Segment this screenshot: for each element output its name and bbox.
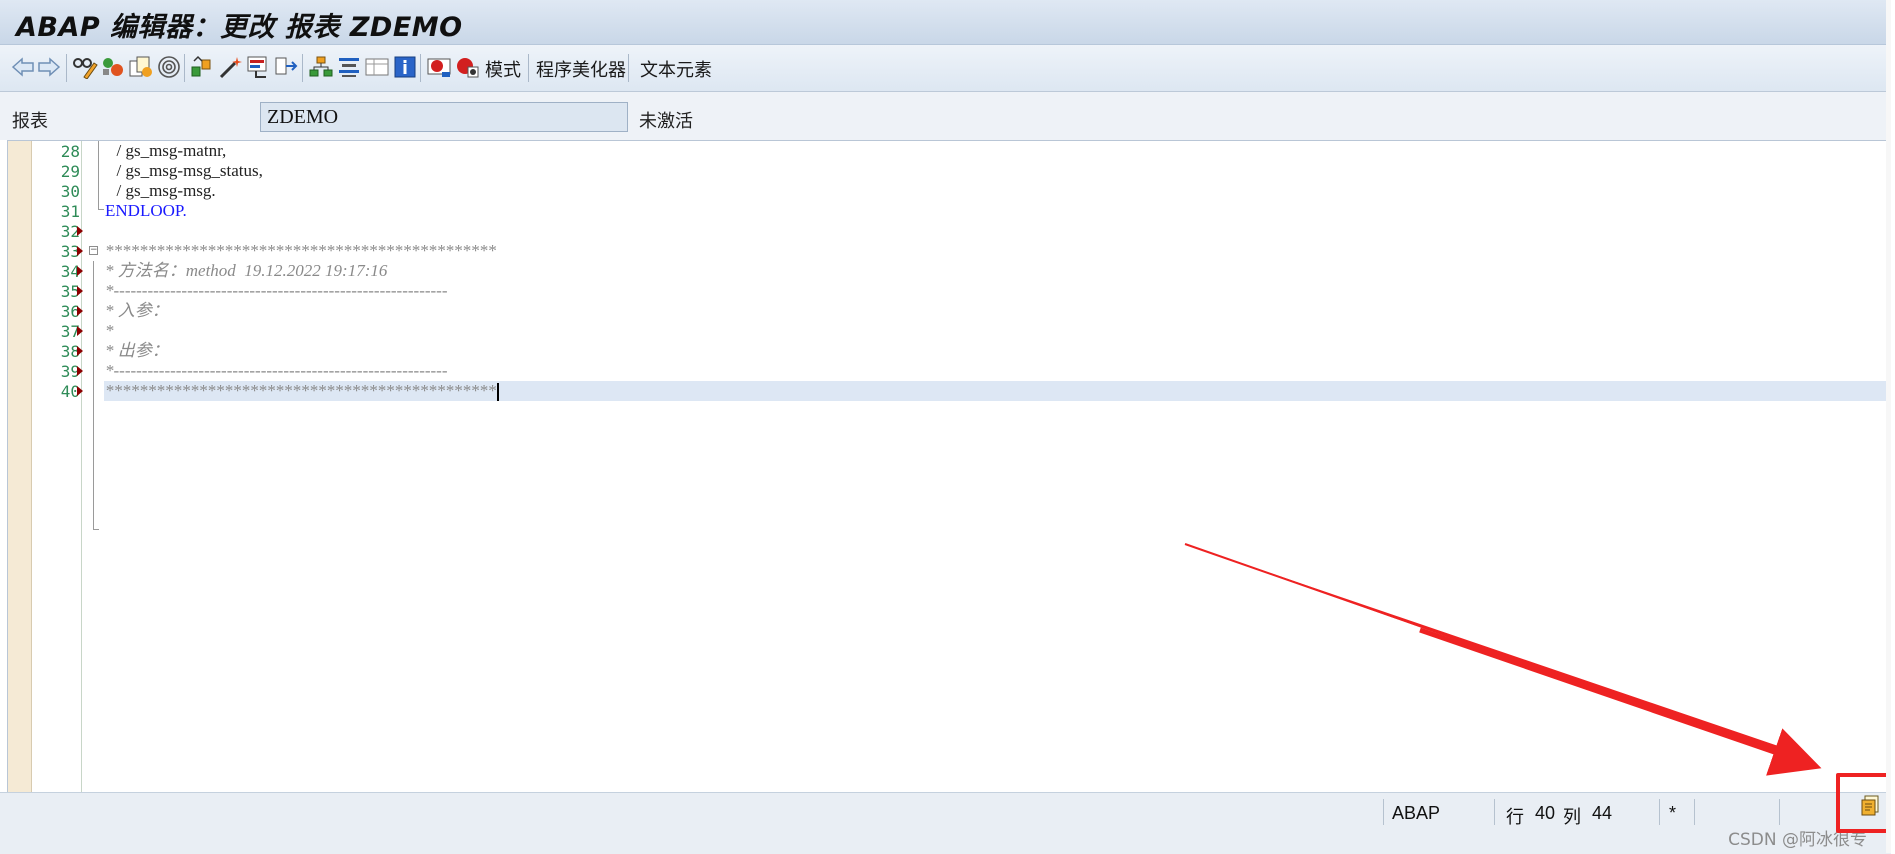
annotation-arrow	[1184, 543, 1822, 776]
window-scrollbar[interactable]	[1886, 0, 1891, 853]
sap-window: ABAP 编辑器：更改 报表 ZDEMO 模式 程序美化器 文本元素 报表 ZD…	[0, 0, 1895, 854]
